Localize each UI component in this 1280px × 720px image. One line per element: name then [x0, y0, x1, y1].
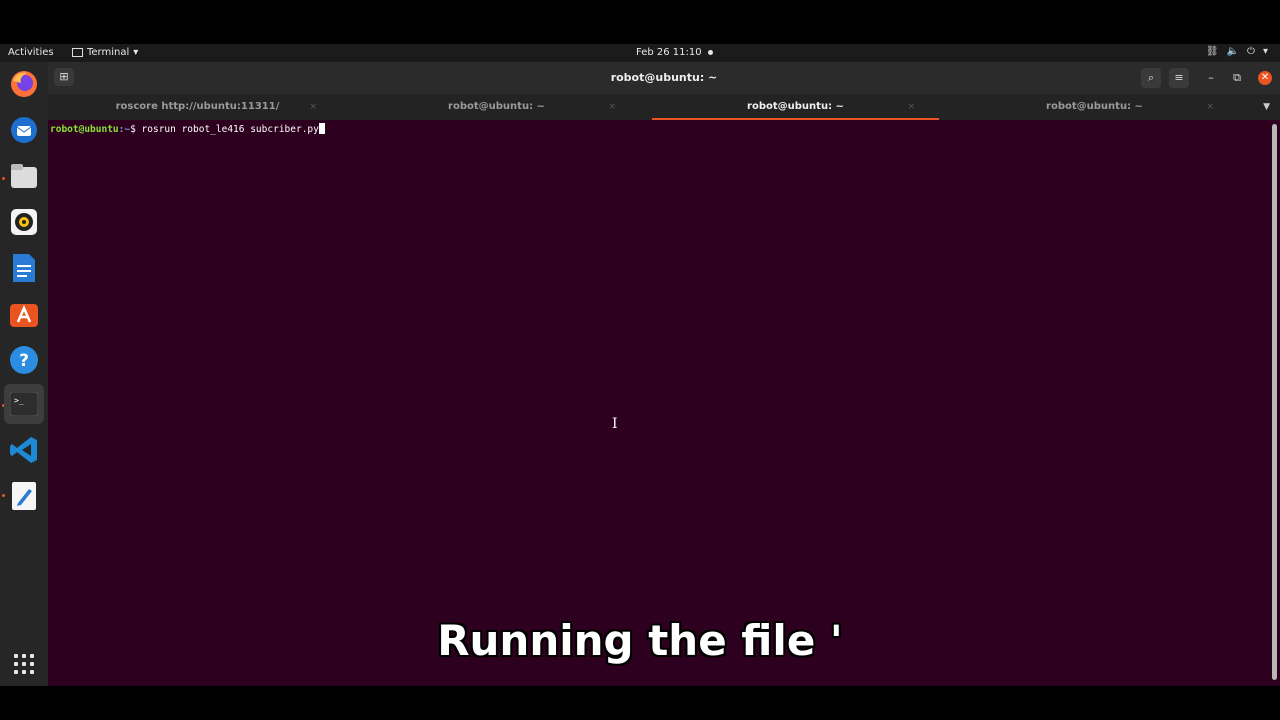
minimize-button[interactable]: – [1201, 68, 1221, 88]
search-button[interactable]: ⌕ [1141, 68, 1161, 88]
help-icon: ? [10, 346, 38, 374]
terminal-small-icon [72, 48, 83, 57]
tab-close-icon[interactable]: × [309, 94, 317, 120]
close-button[interactable]: ✕ [1258, 71, 1272, 85]
app-menu[interactable]: Terminal ▾ [72, 47, 138, 58]
maximize-button[interactable]: ⧉ [1227, 68, 1247, 88]
power-icon: ⏻ [1247, 46, 1255, 57]
chevron-down-icon: ▼ [1263, 102, 1270, 112]
tab-roscore[interactable]: roscore http://ubuntu:11311/ × [48, 94, 347, 120]
dock-software[interactable] [8, 298, 40, 330]
app-menu-label: Terminal [87, 47, 130, 58]
tab-robot-2-active[interactable]: robot@ubuntu: ~ × [646, 94, 945, 120]
dock-thunderbird[interactable] [8, 114, 40, 146]
svg-text:>_: >_ [14, 396, 24, 405]
prompt-path: :~ [118, 124, 131, 135]
tab-label: robot@ubuntu: ~ [448, 101, 545, 112]
activities-button[interactable]: Activities [8, 47, 54, 58]
clock[interactable]: Feb 26 11:10 [636, 47, 713, 58]
notification-dot-icon [707, 50, 713, 55]
text-editor-icon [12, 482, 36, 510]
tab-close-icon[interactable]: × [907, 94, 915, 120]
command-text: rosrun robot_le416 subcriber.py [141, 124, 319, 135]
dock-help[interactable]: ? [8, 344, 40, 376]
network-icon: ⛓ [1205, 46, 1219, 57]
system-tray[interactable]: ⛓ 🔈 ⏻ ▾ [1206, 46, 1268, 57]
terminal-line: robot@ubuntu:~$ rosrun robot_le416 subcr… [50, 123, 325, 135]
rhythmbox-icon [11, 209, 37, 235]
clock-label: Feb 26 11:10 [636, 47, 702, 58]
dock-text-editor[interactable] [8, 480, 40, 512]
files-icon [11, 164, 37, 188]
menu-button[interactable]: ≡ [1169, 68, 1189, 88]
thunderbird-icon [11, 117, 37, 143]
tab-close-icon[interactable]: × [1206, 94, 1214, 120]
writer-icon [13, 254, 35, 282]
svg-text:?: ? [19, 351, 29, 371]
tray-chevron-down-icon: ▾ [1262, 46, 1268, 57]
window-header: ⊞ robot@ubuntu: ~ ⌕ ≡ – ⧉ ✕ [48, 62, 1280, 94]
top-bar: Activities Terminal ▾ Feb 26 11:10 ⛓ 🔈 ⏻… [0, 44, 1280, 62]
text-cursor [318, 123, 325, 134]
search-icon: ⌕ [1147, 71, 1155, 84]
dock: ? >_ [0, 62, 48, 686]
dock-files[interactable] [8, 160, 40, 192]
tab-robot-3[interactable]: robot@ubuntu: ~ × [945, 94, 1244, 120]
volume-icon: 🔈 [1226, 46, 1240, 57]
dock-writer[interactable] [8, 252, 40, 284]
terminal-icon: >_ [10, 392, 38, 416]
chevron-down-icon: ▾ [133, 47, 139, 58]
firefox-icon [11, 71, 37, 97]
software-center-icon [10, 304, 38, 327]
tab-bar: roscore http://ubuntu:11311/ × robot@ubu… [48, 94, 1280, 120]
prompt-symbol: $ [130, 124, 142, 135]
running-indicator [2, 494, 5, 497]
window-title: robot@ubuntu: ~ [610, 71, 718, 84]
tab-label: roscore http://ubuntu:11311/ [115, 101, 280, 112]
ibeam-cursor-icon: I [612, 416, 618, 432]
terminal-scrollbar[interactable] [1272, 124, 1277, 680]
minimize-icon: – [1208, 71, 1214, 84]
dock-firefox[interactable] [8, 68, 40, 100]
vscode-icon [10, 437, 37, 463]
terminal-output[interactable]: robot@ubuntu:~$ rosrun robot_le416 subcr… [48, 120, 1272, 684]
video-subtitle: Running the file ' [437, 616, 843, 665]
dock-rhythmbox[interactable] [8, 206, 40, 238]
close-icon: ✕ [1260, 72, 1270, 83]
tab-label: robot@ubuntu: ~ [747, 101, 844, 112]
running-indicator [2, 177, 5, 180]
tab-robot-1[interactable]: robot@ubuntu: ~ × [347, 94, 646, 120]
tab-overflow-button[interactable]: ▼ [1244, 94, 1280, 120]
dock-vscode[interactable] [8, 434, 40, 466]
restore-icon: ⧉ [1233, 71, 1241, 84]
prompt-user: robot@ubuntu [50, 124, 119, 135]
tab-label: robot@ubuntu: ~ [1046, 101, 1143, 112]
hamburger-menu-icon: ≡ [1174, 71, 1184, 84]
tab-close-icon[interactable]: × [608, 94, 616, 120]
dock-terminal[interactable]: >_ [4, 384, 44, 424]
desktop-screen: Activities Terminal ▾ Feb 26 11:10 ⛓ 🔈 ⏻… [0, 44, 1280, 686]
